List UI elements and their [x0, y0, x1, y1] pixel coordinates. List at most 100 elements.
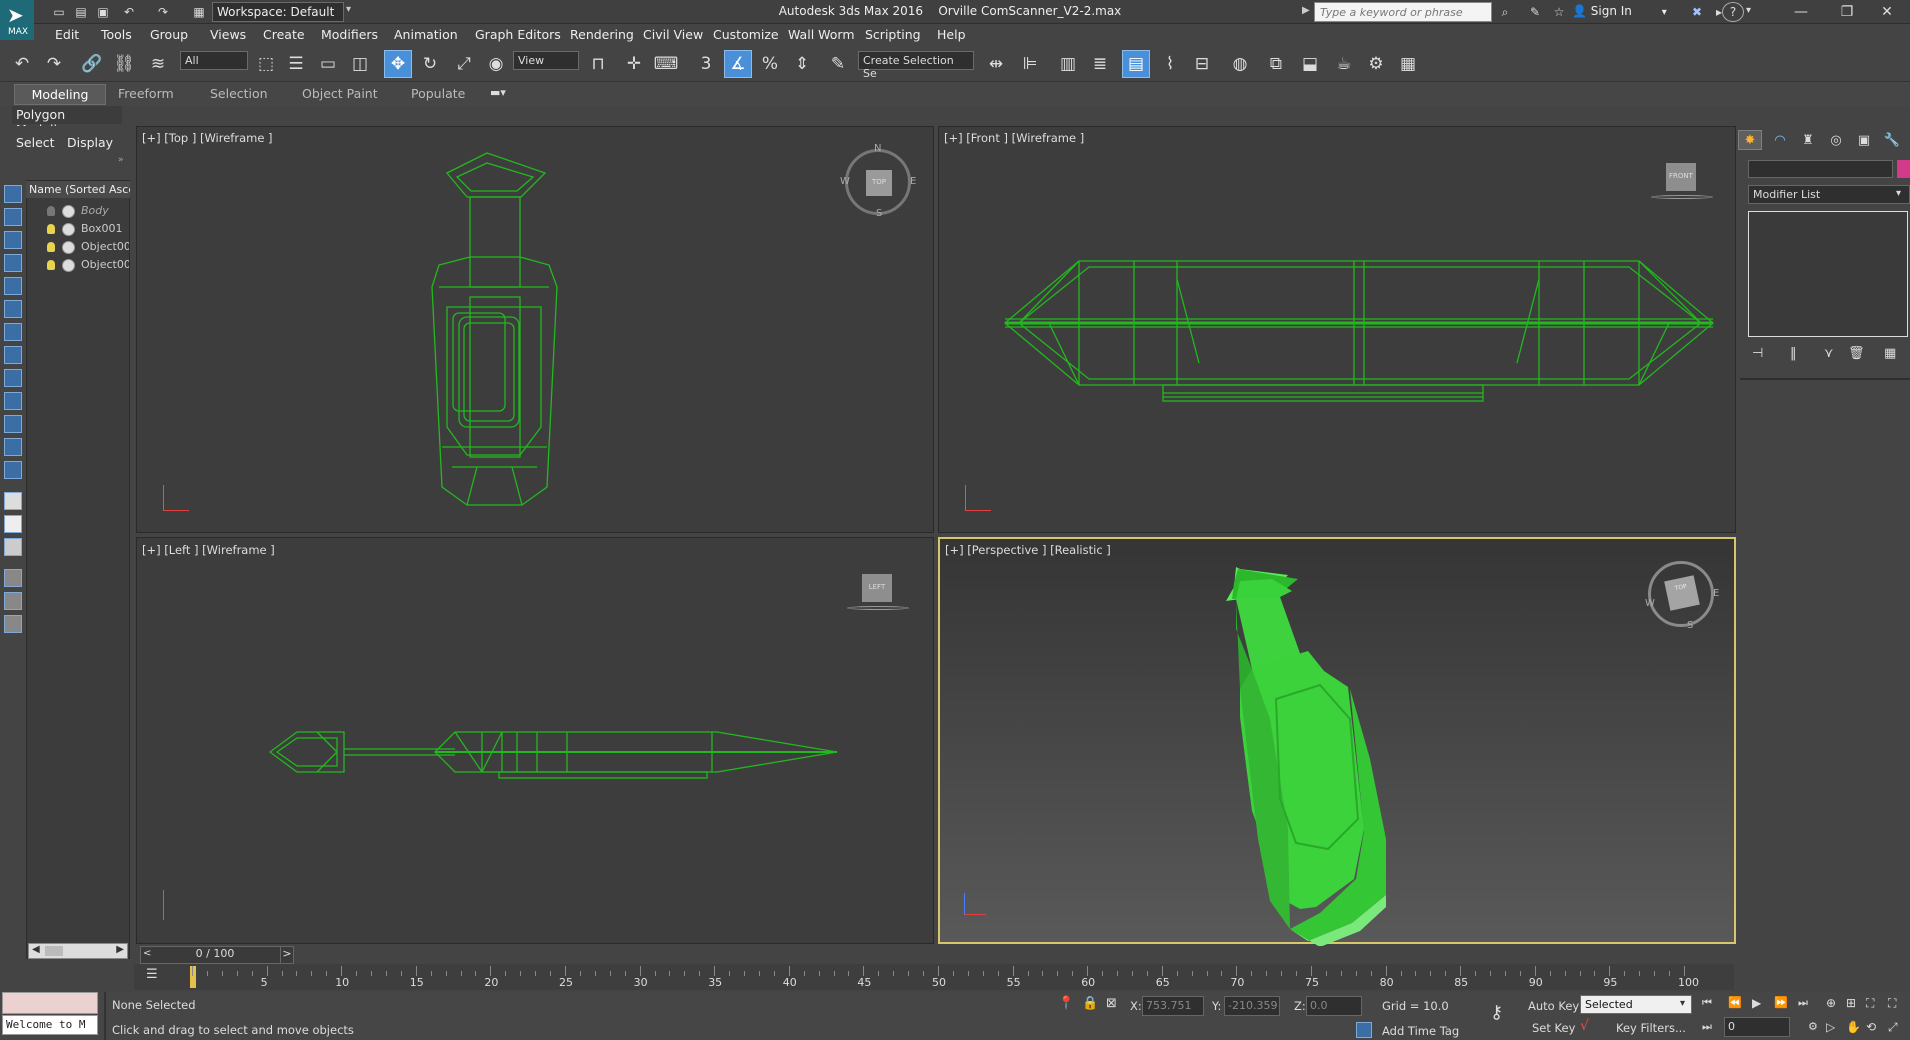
menu-rendering[interactable]: Rendering: [570, 27, 634, 42]
orbit-icon[interactable]: ⟲: [1866, 1020, 1876, 1034]
mirror-icon[interactable]: ⇹: [982, 50, 1010, 78]
hierarchy-tab-icon[interactable]: ♜: [1796, 130, 1820, 150]
show-end-result-icon[interactable]: ‖: [1790, 346, 1797, 361]
viewcube-perspective[interactable]: E W S TOP: [1645, 561, 1719, 631]
absolute-mode-icon[interactable]: ⊠: [1106, 996, 1117, 1011]
display-helpers-icon[interactable]: [4, 277, 22, 295]
display-frozen-icon[interactable]: [4, 415, 22, 433]
new-file-icon[interactable]: ▭: [50, 3, 68, 21]
layer-explorer-icon[interactable]: ▥: [1054, 50, 1082, 78]
help-icon[interactable]: ?: [1722, 2, 1744, 22]
viewcube-compass-top[interactable]: N S E W TOP: [840, 143, 916, 219]
explorer-tab-select[interactable]: Select: [16, 135, 55, 150]
viewcube-left[interactable]: LEFT: [847, 574, 909, 610]
display-hidden-icon[interactable]: [4, 438, 22, 456]
key-icon[interactable]: ⚷: [1490, 1002, 1503, 1023]
time-cursor[interactable]: [190, 966, 196, 988]
viewcube-front[interactable]: FRONT: [1651, 163, 1713, 199]
viewport-left[interactable]: [+] [Left ] [Wireframe ] LEFT: [136, 537, 934, 944]
chevron-down-icon[interactable]: ▾: [1896, 188, 1901, 199]
explorer-list[interactable]: [26, 180, 130, 959]
tab-modeling[interactable]: Modeling: [14, 84, 106, 105]
select-all-icon[interactable]: [4, 492, 22, 510]
set-key-icon[interactable]: √: [1580, 1018, 1589, 1034]
time-tag-icon[interactable]: [1356, 1022, 1372, 1038]
collapse-icon[interactable]: »: [118, 155, 124, 165]
configure-sets-icon[interactable]: ▦: [1884, 346, 1896, 361]
menu-customize[interactable]: Customize: [713, 27, 779, 42]
snap-toggle-icon[interactable]: 3: [692, 50, 720, 78]
make-unique-icon[interactable]: ⋎: [1824, 346, 1834, 361]
add-time-tag[interactable]: Add Time Tag: [1382, 1024, 1459, 1038]
polygon-modeling-panel[interactable]: Polygon Modeling: [12, 106, 122, 137]
isolate-icon[interactable]: 📍: [1058, 996, 1074, 1011]
maxscript-mini-output[interactable]: Welcome to M: [2, 1015, 98, 1035]
menu-help[interactable]: Help: [937, 27, 966, 42]
viewcube[interactable]: TOP: [866, 170, 892, 196]
select-invert-icon[interactable]: [4, 538, 22, 556]
chevron-left-icon[interactable]: <: [143, 948, 151, 959]
bind-space-warp-icon[interactable]: ≋: [144, 50, 172, 78]
menu-animation[interactable]: Animation: [394, 27, 458, 42]
key-mode-toggle-icon[interactable]: ⏭: [1702, 1020, 1712, 1034]
edit-named-selection-icon[interactable]: ✎: [824, 50, 852, 78]
tab-populate[interactable]: Populate: [411, 86, 465, 101]
select-none-icon[interactable]: [4, 515, 22, 533]
graphite-ribbon-icon[interactable]: ▤: [1122, 50, 1150, 78]
save-file-icon[interactable]: ▣: [94, 3, 112, 21]
search-input[interactable]: Type a keyword or phrase: [1314, 2, 1492, 22]
angle-snap-icon[interactable]: ∡: [724, 50, 752, 78]
schematic-view-icon[interactable]: ⊟: [1188, 50, 1216, 78]
modifier-list-dropdown[interactable]: Modifier List: [1748, 185, 1910, 204]
viewport-perspective[interactable]: [+] [Perspective ] [Realistic ] E W S TO…: [938, 537, 1736, 946]
render-iterative-icon[interactable]: ⚙: [1362, 50, 1390, 78]
select-object-icon[interactable]: ⬚: [252, 50, 280, 78]
light-bulb-icon[interactable]: [47, 242, 55, 252]
chevron-right-icon[interactable]: >: [280, 946, 294, 964]
keyboard-shortcut-icon[interactable]: ⌨: [652, 50, 680, 78]
chevron-down-icon[interactable]: ▾: [346, 4, 351, 15]
go-to-end-icon[interactable]: ⏭: [1798, 996, 1808, 1010]
pan-icon[interactable]: ✋: [1846, 1020, 1861, 1034]
viewport-top[interactable]: [+] [Top ] [Wireframe ] N S E W TOP: [136, 126, 934, 533]
previous-frame-icon[interactable]: ⏪: [1728, 996, 1742, 1009]
render-setup-icon[interactable]: ⧉: [1262, 50, 1290, 78]
play-icon[interactable]: ▶: [1752, 996, 1761, 1010]
current-frame-field[interactable]: 0: [1724, 1017, 1790, 1037]
chevron-right-icon[interactable]: ▶: [116, 944, 124, 955]
scroll-thumb[interactable]: [45, 946, 63, 956]
light-bulb-icon[interactable]: [47, 224, 55, 234]
object-color-swatch[interactable]: [1897, 160, 1910, 178]
time-slider[interactable]: < 0 / 100: [140, 946, 290, 964]
rotate-icon[interactable]: ↻: [416, 50, 444, 78]
display-all-icon[interactable]: [4, 461, 22, 479]
undo-icon[interactable]: ↶: [120, 3, 138, 21]
auto-key-button[interactable]: Auto Key: [1528, 999, 1579, 1013]
layer-manager-icon[interactable]: ≣: [1086, 50, 1114, 78]
rendered-frame-icon[interactable]: ⬓: [1296, 50, 1324, 78]
chevron-down-icon[interactable]: ▾: [1680, 998, 1685, 1009]
placement-icon[interactable]: ◉: [482, 50, 510, 78]
select-by-name-icon[interactable]: ☰: [282, 50, 310, 78]
next-frame-icon[interactable]: ⏩: [1774, 996, 1788, 1009]
display-bones-icon[interactable]: [4, 369, 22, 387]
remove-modifier-icon[interactable]: 🗑: [1848, 346, 1865, 361]
close-icon[interactable]: ✕: [1864, 0, 1910, 24]
explorer-column-header[interactable]: Name (Sorted Ascending): [26, 181, 130, 198]
menu-civil-view[interactable]: Civil View: [643, 27, 703, 42]
rect-selection-icon[interactable]: ▭: [314, 50, 342, 78]
go-to-start-icon[interactable]: ⏮: [1702, 996, 1712, 1010]
pivot-icon[interactable]: ⊓: [584, 50, 612, 78]
motion-tab-icon[interactable]: ◎: [1824, 130, 1848, 150]
list-item[interactable]: Object001: [81, 240, 129, 253]
object-name-field[interactable]: [1748, 160, 1893, 178]
named-selection-dropdown[interactable]: Create Selection Se: [858, 51, 974, 80]
redo-icon[interactable]: ↷: [40, 50, 68, 78]
menu-edit[interactable]: Edit: [55, 27, 79, 42]
redo-icon[interactable]: ↷: [154, 3, 172, 21]
menu-views[interactable]: Views: [210, 27, 246, 42]
display-spacewarps-icon[interactable]: [4, 300, 22, 318]
explorer-scrollbar[interactable]: ◀ ▶: [28, 943, 128, 959]
sign-in-button[interactable]: 👤 Sign In ▾: [1572, 4, 1667, 18]
key-mode-dropdown[interactable]: Selected: [1580, 995, 1692, 1014]
